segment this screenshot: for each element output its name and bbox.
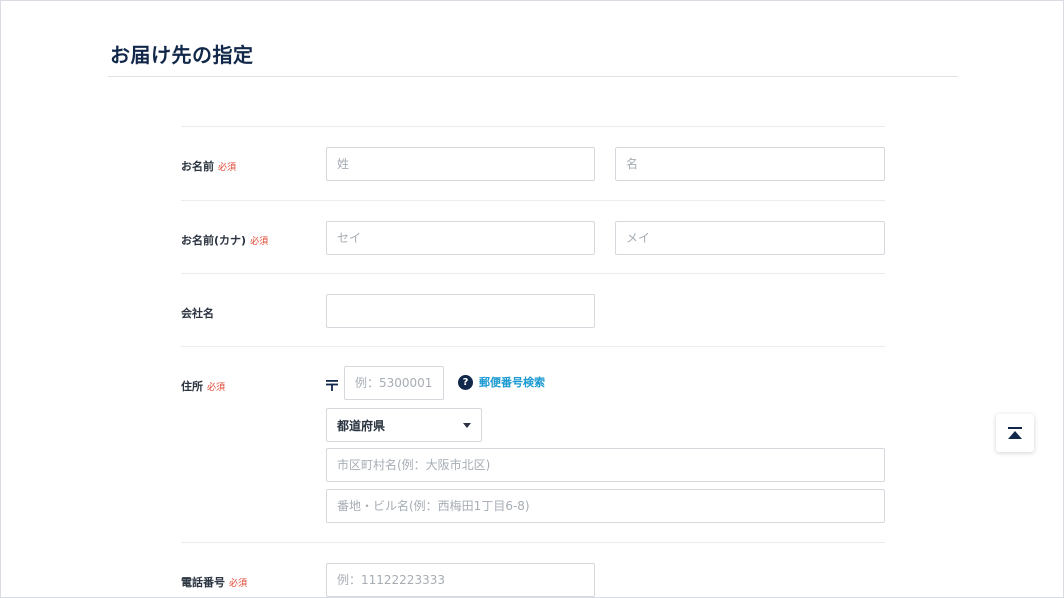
arrow-up-to-top-icon <box>1008 427 1022 439</box>
page-title: お届け先の指定 <box>110 43 254 67</box>
address-label-group: 住所 必須 <box>181 378 225 394</box>
kana-label-group: お名前(カナ) 必須 <box>181 232 268 248</box>
last-name-input[interactable] <box>326 147 595 181</box>
postal-code-input[interactable] <box>344 366 444 400</box>
prefecture-value: 都道府県 <box>337 418 386 433</box>
name-row: お名前 必須 <box>181 127 885 201</box>
first-name-input[interactable] <box>615 147 885 181</box>
street-input[interactable] <box>326 489 885 523</box>
phone-label-group: 電話番号 必須 <box>181 574 247 590</box>
back-to-top-button[interactable] <box>996 414 1034 452</box>
postal-search-label: 郵便番号検索 <box>479 376 545 389</box>
company-label-group: 会社名 <box>181 305 214 321</box>
name-label: お名前 <box>181 160 214 173</box>
phone-label: 電話番号 <box>181 576 225 589</box>
company-label: 会社名 <box>181 307 214 320</box>
required-badge: 必須 <box>229 579 248 589</box>
required-badge: 必須 <box>207 383 226 393</box>
address-row: 住所必須 〒 ? 郵便番号検索 都道府県 <box>181 347 885 543</box>
required-badge: 必須 <box>250 237 269 247</box>
caret-down-icon <box>463 423 471 428</box>
postal-mark-icon <box>326 376 338 391</box>
required-badge: 必須 <box>218 163 237 173</box>
name-label-group: お名前 必須 <box>181 158 236 174</box>
prefecture-select[interactable]: 都道府県 <box>326 408 482 442</box>
address-label: 住所 <box>181 380 203 393</box>
last-name-kana-input[interactable] <box>326 221 595 255</box>
delivery-form: お名前必須 お名前(カナ)必須 会社名 住所必須 〒 <box>181 126 885 598</box>
question-circle-icon: ? <box>458 374 473 390</box>
page-heading: お届け先の指定 <box>108 1 958 77</box>
phone-row: 電話番号 必須 <box>181 543 885 598</box>
phone-input[interactable] <box>326 563 595 597</box>
company-row: 会社名 <box>181 274 885 347</box>
company-input[interactable] <box>326 294 595 328</box>
kana-row: お名前(カナ) 必須 <box>181 201 885 274</box>
kana-label: お名前(カナ) <box>181 234 247 247</box>
first-name-kana-input[interactable] <box>615 221 885 255</box>
postal-search-link[interactable]: ? 郵便番号検索 <box>458 374 545 390</box>
city-input[interactable] <box>326 448 885 482</box>
